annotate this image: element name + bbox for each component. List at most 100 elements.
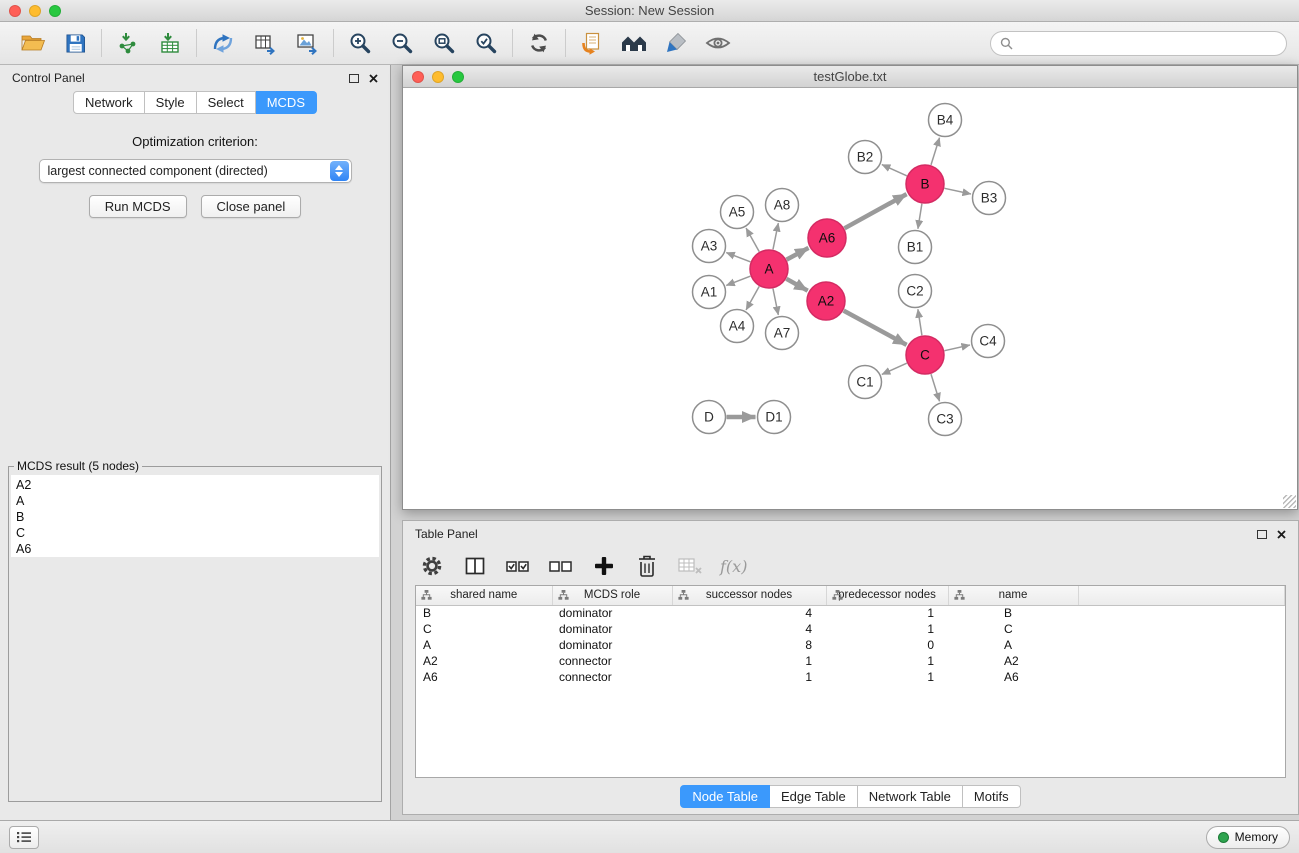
result-item[interactable]: A (11, 493, 379, 509)
column-header-mcds-role[interactable]: MCDS role (552, 586, 672, 605)
node-D1[interactable]: D1 (758, 401, 791, 434)
node-A5[interactable]: A5 (721, 196, 754, 229)
refresh-arrows-icon[interactable] (518, 25, 560, 61)
column-header-predecessor-nodes[interactable]: predecessor nodes (826, 586, 948, 605)
grid-disabled-icon[interactable] (677, 553, 703, 579)
tab-motifs[interactable]: Motifs (963, 785, 1021, 808)
plus-icon[interactable] (591, 553, 617, 579)
edge-A-A4[interactable] (746, 286, 759, 310)
edge-B-B2[interactable] (882, 165, 907, 176)
panel-selector-button[interactable] (9, 826, 39, 849)
network-graph[interactable]: AA1A2A3A4A5A6A7A8BB1B2B3B4CC1C2C3C4DD1 (403, 88, 1297, 509)
trash-icon[interactable] (634, 553, 660, 579)
column-header-shared-name[interactable]: shared name (416, 586, 552, 605)
node-A4[interactable]: A4 (721, 310, 754, 343)
checked-boxes-icon[interactable] (505, 553, 531, 579)
run-mcds-button[interactable]: Run MCDS (89, 195, 187, 218)
tab-network-table[interactable]: Network Table (858, 785, 963, 808)
edge-A-A6[interactable] (787, 248, 809, 260)
fx-function-builder[interactable]: f(x) (720, 557, 747, 576)
tab-style[interactable]: Style (145, 91, 197, 114)
image-export-icon[interactable] (286, 25, 328, 61)
network-close-button[interactable] (412, 71, 424, 83)
window-titlebar[interactable]: Session: New Session (0, 0, 1299, 22)
edge-C-C1[interactable] (882, 363, 907, 374)
tab-edge-table[interactable]: Edge Table (770, 785, 858, 808)
node-B1[interactable]: B1 (899, 231, 932, 264)
edge-A-A1[interactable] (726, 276, 750, 285)
import-network-icon[interactable] (107, 25, 149, 61)
resize-grip-icon[interactable] (1283, 495, 1296, 508)
table-close-panel-icon[interactable] (1277, 530, 1286, 539)
node-A8[interactable]: A8 (766, 189, 799, 222)
network-zoom-button[interactable] (452, 71, 464, 83)
table-row[interactable]: Adominator80A (416, 637, 1285, 653)
table-row[interactable]: A2connector11A2 (416, 653, 1285, 669)
search-field[interactable] (990, 31, 1287, 56)
column-split-icon[interactable] (462, 553, 488, 579)
close-window-button[interactable] (9, 5, 21, 17)
zoom-check-icon[interactable] (465, 25, 507, 61)
minimize-window-button[interactable] (29, 5, 41, 17)
node-B2[interactable]: B2 (849, 141, 882, 174)
close-panel-icon[interactable] (369, 74, 378, 83)
network-arrows-icon[interactable] (202, 25, 244, 61)
zoom-window-button[interactable] (49, 5, 61, 17)
save-floppy-icon[interactable] (54, 25, 96, 61)
column-header-name[interactable]: name (948, 586, 1078, 605)
node-A3[interactable]: A3 (693, 230, 726, 263)
network-canvas[interactable]: AA1A2A3A4A5A6A7A8BB1B2B3B4CC1C2C3C4DD1 (403, 88, 1297, 509)
search-input[interactable] (1018, 36, 1277, 50)
node-C3[interactable]: C3 (929, 403, 962, 436)
edge-A-A3[interactable] (726, 253, 750, 262)
node-A1[interactable]: A1 (693, 276, 726, 309)
node-B3[interactable]: B3 (973, 182, 1006, 215)
edge-A6-B[interactable] (845, 194, 907, 228)
edge-B-B3[interactable] (945, 188, 971, 194)
edge-B-B1[interactable] (918, 204, 922, 229)
open-folder-icon[interactable] (12, 25, 54, 61)
edge-A2-C[interactable] (844, 311, 907, 345)
edge-C-C2[interactable] (918, 309, 922, 335)
result-item[interactable]: B (11, 509, 379, 525)
document-arrow-icon[interactable] (571, 25, 613, 61)
result-item[interactable]: A6 (11, 541, 379, 557)
edge-C-C3[interactable] (931, 374, 940, 401)
criterion-dropdown[interactable]: largest connected component (directed) (39, 159, 352, 183)
network-window[interactable]: testGlobe.txt AA1A2A3A4A5A6A7A8BB1B2B3B4… (402, 65, 1298, 510)
node-C[interactable]: C (906, 336, 944, 374)
result-item[interactable]: C (11, 525, 379, 541)
tab-node-table[interactable]: Node Table (680, 785, 770, 808)
edge-A-A5[interactable] (746, 228, 759, 252)
table-row[interactable]: Cdominator41C (416, 621, 1285, 637)
column-header-successor-nodes[interactable]: successor nodes (672, 586, 826, 605)
close-panel-button[interactable]: Close panel (201, 195, 302, 218)
tab-mcds[interactable]: MCDS (256, 91, 317, 114)
gear-icon[interactable] (419, 553, 445, 579)
node-C2[interactable]: C2 (899, 275, 932, 308)
edge-A-A2[interactable] (786, 279, 807, 291)
node-C4[interactable]: C4 (972, 325, 1005, 358)
node-C1[interactable]: C1 (849, 366, 882, 399)
double-house-icon[interactable] (613, 25, 655, 61)
zoom-in-icon[interactable] (339, 25, 381, 61)
float-panel-icon[interactable] (349, 74, 359, 83)
node-A2[interactable]: A2 (807, 282, 845, 320)
paintbrush-icon[interactable] (655, 25, 697, 61)
network-minimize-button[interactable] (432, 71, 444, 83)
zoom-out-icon[interactable] (381, 25, 423, 61)
import-table-icon[interactable] (149, 25, 191, 61)
eye-icon[interactable] (697, 25, 739, 61)
node-D[interactable]: D (693, 401, 726, 434)
mcds-result-list[interactable]: A2ABCA6 (11, 475, 379, 557)
unchecked-boxes-icon[interactable] (548, 553, 574, 579)
tab-select[interactable]: Select (197, 91, 256, 114)
node-A6[interactable]: A6 (808, 219, 846, 257)
edge-A-A7[interactable] (773, 289, 778, 315)
node-B[interactable]: B (906, 165, 944, 203)
node-A7[interactable]: A7 (766, 317, 799, 350)
network-window-titlebar[interactable]: testGlobe.txt (403, 66, 1297, 88)
node-table-container[interactable]: shared nameMCDS rolesuccessor nodesprede… (415, 585, 1286, 778)
node-A[interactable]: A (750, 250, 788, 288)
edge-C-C4[interactable] (945, 345, 970, 351)
